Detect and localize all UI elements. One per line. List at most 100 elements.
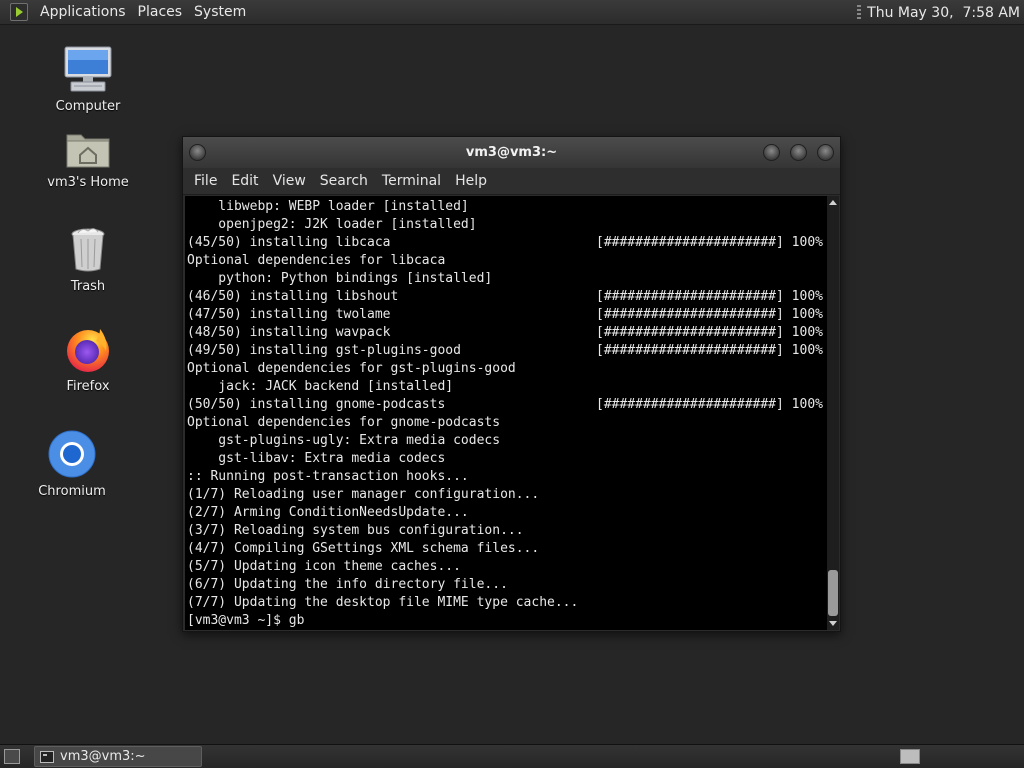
applications-menu-icon[interactable] [10,3,28,21]
terminal-line: Optional dependencies for gnome-podcasts [187,414,828,432]
terminal-line: :: Running post-transaction hooks... [187,468,828,486]
terminal-line-text: (7/7) Updating the desktop file MIME typ… [187,595,579,610]
terminal-output[interactable]: libwebp: WEBP loader [installed] openjpe… [185,196,828,630]
terminal-line-text: (45/50) installing libcaca [187,235,391,250]
panel-handle-icon[interactable] [857,4,862,21]
menu-terminal[interactable]: Terminal [375,173,448,189]
menu-places[interactable]: Places [132,0,189,25]
terminal-line: (50/50) installing gnome-podcasts [######… [187,396,828,414]
terminal-line-text: [vm3@vm3 ~]$ gb [187,613,305,628]
terminal-line: gst-plugins-ugly: Extra media codecs [187,432,828,450]
menu-applications[interactable]: Applications [34,0,132,25]
terminal-line-text: (5/7) Updating icon theme caches... [187,559,461,574]
progress-bar-text: [######################] 100% [596,343,823,358]
terminal-line-text: (49/50) installing gst-plugins-good [187,343,461,358]
desktop-icon-home[interactable]: vm3's Home [33,129,143,190]
terminal-line: jack: JACK backend [installed] [187,378,828,396]
terminal-line-text: jack: JACK backend [installed] [187,379,454,394]
terminal-line-text: (4/7) Compiling GSettings XML schema fil… [187,541,540,556]
chromium-icon [48,430,96,478]
desktop-icon-label: vm3's Home [47,175,129,190]
terminal-line-text: Optional dependencies for libcaca [187,253,446,268]
progress-bar-text: [######################] 100% [596,307,823,322]
bottom-panel: vm3@vm3:~ [0,744,1024,768]
terminal-line: Optional dependencies for gst-plugins-go… [187,360,828,378]
terminal-line: (49/50) installing gst-plugins-good [####… [187,342,828,360]
terminal-line: (4/7) Compiling GSettings XML schema fil… [187,540,828,558]
menu-edit[interactable]: Edit [224,173,265,189]
terminal-line-text: python: Python bindings [installed] [187,271,493,286]
terminal-line-text: (3/7) Reloading system bus configuration… [187,523,524,538]
menu-help[interactable]: Help [448,173,494,189]
terminal-text: libwebp: WEBP loader [installed] openjpe… [185,196,828,630]
terminal-line-text: :: Running post-transaction hooks... [187,469,469,484]
desktop-icon-label: Computer [55,99,121,114]
desktop-icon-label: Trash [70,279,106,294]
terminal-line-text: (2/7) Arming ConditionNeedsUpdate... [187,505,469,520]
terminal-line: (48/50) installing wavpack [#############… [187,324,828,342]
terminal-line: (6/7) Updating the info directory file..… [187,576,828,594]
menu-system[interactable]: System [188,0,252,25]
progress-bar-text: [######################] 100% [596,235,823,250]
firefox-icon [67,329,109,372]
window-titlebar[interactable]: vm3@vm3:~ [183,137,840,168]
close-button[interactable] [817,144,834,161]
progress-bar-text: [######################] 100% [596,397,823,412]
desktop-icon-firefox[interactable]: Firefox [33,325,143,394]
terminal-line: (3/7) Reloading system bus configuration… [187,522,828,540]
home-folder-icon [66,134,110,168]
maximize-button[interactable] [790,144,807,161]
top-panel: Applications Places System Thu May 30, 7… [0,0,1024,25]
terminal-line: (46/50) installing libshout [############… [187,288,828,306]
terminal-scrollbar[interactable] [827,196,839,630]
scroll-down-icon[interactable] [829,621,837,626]
desktop-icon-chromium[interactable]: Chromium [17,430,127,499]
desktop-icon-label: Chromium [38,484,106,499]
terminal-line-text: (1/7) Reloading user manager configurati… [187,487,540,502]
scroll-up-icon[interactable] [829,200,837,205]
terminal-line-text: (47/50) installing twolame [187,307,391,322]
terminal-line-text: gst-plugins-ugly: Extra media codecs [187,433,501,448]
computer-icon [64,46,112,92]
progress-bar-text: [######################] 100% [596,325,823,340]
clock[interactable]: Thu May 30, 7:58 AM [867,5,1020,21]
progress-bar-text: [######################] 100% [596,289,823,304]
terminal-line: libwebp: WEBP loader [installed] [187,198,828,216]
menu-search[interactable]: Search [313,173,375,189]
desktop-icon-trash[interactable]: Trash [33,227,143,294]
taskbar-item-terminal[interactable]: vm3@vm3:~ [34,746,202,767]
workspace-switcher[interactable] [900,749,920,764]
trash-icon [71,228,105,272]
panel-tray: Thu May 30, 7:58 AM [857,0,1020,25]
terminal-line: (1/7) Reloading user manager configurati… [187,486,828,504]
terminal-line-text: libwebp: WEBP loader [installed] [187,199,469,214]
desktop-icon-label: Firefox [66,379,110,394]
window-menu-button[interactable] [189,144,206,161]
terminal-line: gst-libav: Extra media codecs [187,450,828,468]
terminal-line: Optional dependencies for libcaca [187,252,828,270]
window-title: vm3@vm3:~ [465,145,558,160]
terminal-line-text: (48/50) installing wavpack [187,325,391,340]
terminal-line-text: Optional dependencies for gst-plugins-go… [187,361,516,376]
terminal-line: [vm3@vm3 ~]$ gb [187,612,828,630]
taskbar-item-label: vm3@vm3:~ [60,749,146,764]
terminal-icon [40,750,54,763]
terminal-line: (5/7) Updating icon theme caches... [187,558,828,576]
show-desktop-icon[interactable] [4,749,20,764]
terminal-menubar: File Edit View Search Terminal Help [183,168,840,195]
terminal-line: python: Python bindings [installed] [187,270,828,288]
terminal-line-text: (6/7) Updating the info directory file..… [187,577,508,592]
terminal-window[interactable]: vm3@vm3:~ File Edit View Search Terminal… [182,136,841,632]
scrollbar-thumb[interactable] [828,570,838,616]
desktop-icon-computer[interactable]: Computer [33,45,143,114]
terminal-line: (2/7) Arming ConditionNeedsUpdate... [187,504,828,522]
minimize-button[interactable] [763,144,780,161]
terminal-line: (47/50) installing twolame [#############… [187,306,828,324]
terminal-line-text: Optional dependencies for gnome-podcasts [187,415,501,430]
terminal-line-text: openjpeg2: J2K loader [installed] [187,217,477,232]
terminal-line: openjpeg2: J2K loader [installed] [187,216,828,234]
terminal-line-text: (50/50) installing gnome-podcasts [187,397,446,412]
menu-view[interactable]: View [266,173,313,189]
terminal-line: (45/50) installing libcaca [#############… [187,234,828,252]
menu-file[interactable]: File [187,173,224,189]
